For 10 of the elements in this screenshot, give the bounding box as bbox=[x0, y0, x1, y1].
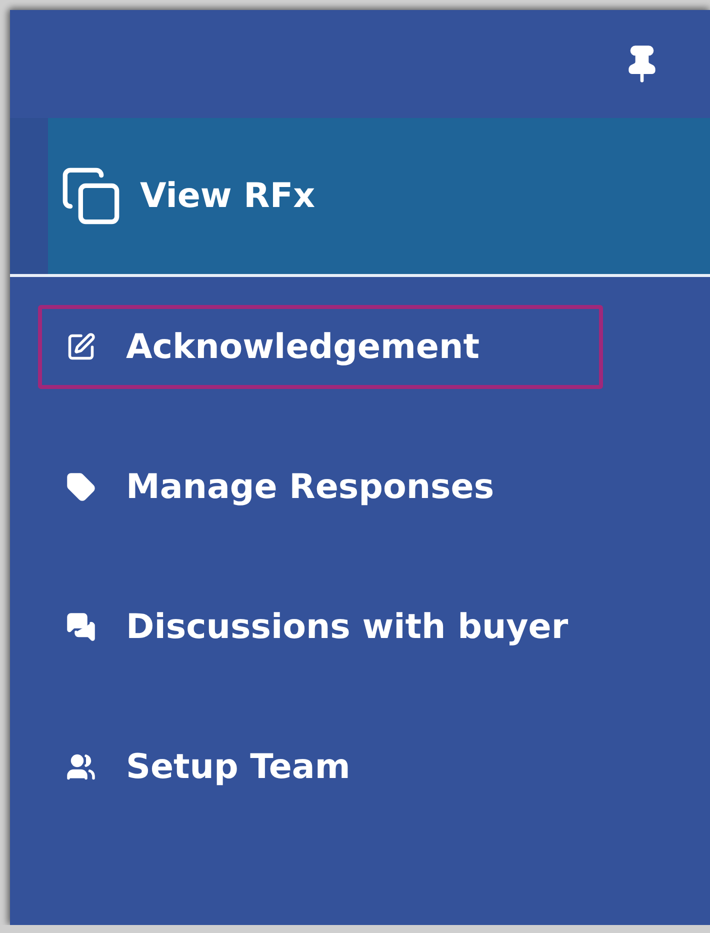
menu-item[interactable]: View RFx bbox=[10, 118, 710, 277]
users-icon bbox=[66, 752, 96, 782]
menu-item[interactable]: Discussions with buyer bbox=[38, 585, 603, 669]
edit-icon bbox=[66, 332, 96, 362]
copy-icon bbox=[60, 165, 122, 227]
tag-icon bbox=[66, 472, 96, 502]
menu-item[interactable]: Setup Team bbox=[38, 725, 603, 809]
menu-item[interactable]: Manage Responses bbox=[38, 445, 603, 529]
menu-item[interactable]: Acknowledgement bbox=[38, 305, 603, 389]
chat-icon bbox=[66, 612, 96, 642]
